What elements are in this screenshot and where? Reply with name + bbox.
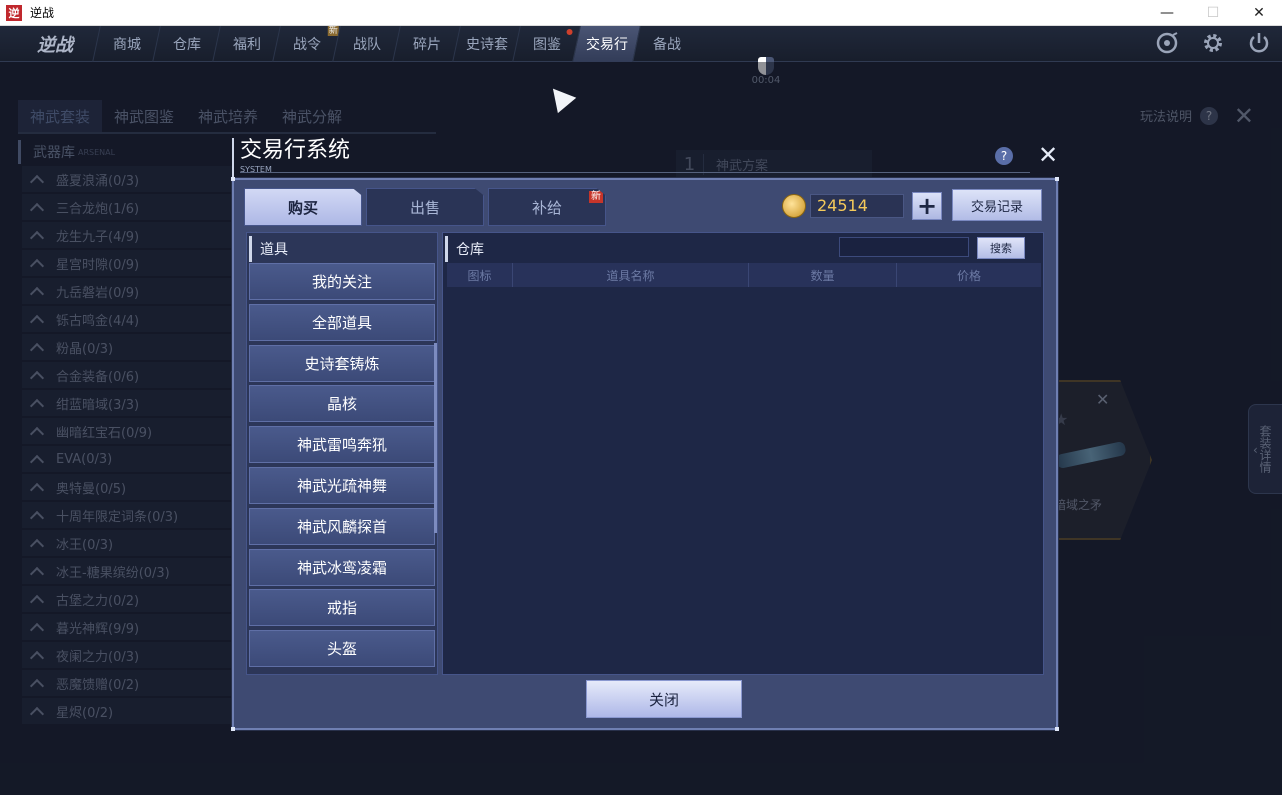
nav-tab-label: 战队 xyxy=(352,37,381,53)
nav-tab[interactable]: 史诗套 xyxy=(452,26,520,62)
nav-tab[interactable]: 战队 xyxy=(332,26,400,62)
category-list: 我的关注 全部道具 史诗套铸炼 晶核 神武雷鸣奔犼 神武光疏神舞 神武风麟探首 神武冰鸾凌霜戒… xyxy=(249,263,435,671)
col-price: 价格 xyxy=(956,268,981,283)
coin-balance: 24514 + xyxy=(782,192,942,220)
table-header: 图标 道具名称 数量 价格 xyxy=(447,263,1041,287)
close-button[interactable]: 关闭 xyxy=(586,680,742,718)
nav-tab[interactable]: 碎片 xyxy=(392,26,460,62)
category-item[interactable]: 神武雷鸣奔犼 xyxy=(249,426,435,464)
nav-tab-label: 商城 xyxy=(112,37,141,53)
game-logo: 逆战 xyxy=(37,35,73,56)
trading-dialog: 购买 出售 补给新 24514 + 交易记录 道具 我的关注 全部道具 史诗套铸炼 晶核神… xyxy=(231,177,1059,731)
category-item[interactable]: 神武冰鸾凌霜 xyxy=(249,548,435,586)
category-item[interactable]: 史诗套铸炼 xyxy=(249,344,435,382)
nav-tab[interactable]: 仓库 xyxy=(152,26,220,62)
dialog-title: 交易行系统 xyxy=(240,138,351,163)
nav-tab-label: 战令 xyxy=(292,37,321,53)
corner-mark xyxy=(231,727,235,731)
nav-tab-label: 仓库 xyxy=(172,37,201,53)
category-item[interactable]: 晶核 xyxy=(249,385,435,423)
gear-icon[interactable] xyxy=(1200,30,1226,56)
dialog-close-icon[interactable]: ✕ xyxy=(1038,142,1058,168)
category-item[interactable]: 头盔 xyxy=(249,630,435,668)
coin-value: 24514 xyxy=(810,194,904,218)
nav-tab[interactable]: 图鉴 xyxy=(512,26,580,62)
category-header: 道具 xyxy=(249,236,437,262)
dialog-tabs: 购买 出售 补给 新 xyxy=(244,188,606,226)
dialog-tab-label: 购买 xyxy=(287,198,318,217)
window-title: 逆战 xyxy=(30,6,55,20)
search-input[interactable] xyxy=(839,237,969,257)
dialog-tab[interactable]: 购买 xyxy=(244,188,362,226)
category-item[interactable]: 戒指 xyxy=(249,589,435,627)
nav-tab-label: 备战 xyxy=(652,37,681,53)
col-quantity: 数量 xyxy=(749,263,897,287)
corner-mark xyxy=(231,177,235,181)
power-icon[interactable] xyxy=(1246,30,1272,56)
dialog-tab-label: 出售 xyxy=(409,198,440,217)
nav-tabs: 商城 仓库 福利 战令新战队 碎片 史诗套 图鉴 交易行 备战 xyxy=(92,26,700,62)
settings-ring-icon[interactable] xyxy=(1154,30,1180,56)
minimize-button[interactable]: — xyxy=(1144,0,1190,26)
nav-tab[interactable]: 备战 xyxy=(632,26,700,62)
nav-tab[interactable]: 交易行 xyxy=(572,26,640,62)
window-close-button[interactable]: ✕ xyxy=(1236,0,1282,26)
app-logo-icon: 逆 xyxy=(6,4,22,21)
nav-tab-label: 交易行 xyxy=(585,37,628,53)
col-item-name: 道具名称 xyxy=(513,263,749,287)
corner-mark xyxy=(1055,177,1059,181)
category-item[interactable]: 我的关注 xyxy=(249,263,435,300)
new-badge: 新 xyxy=(589,191,603,203)
category-item[interactable]: 全部道具 xyxy=(249,303,435,341)
nav-tab[interactable]: 战令新 xyxy=(272,26,340,62)
dialog-subtitle: SYSTEM xyxy=(240,165,272,174)
add-coins-button[interactable]: + xyxy=(912,192,942,220)
dialog-help-icon[interactable]: ? xyxy=(995,147,1013,165)
category-item[interactable]: 神武光疏神舞 xyxy=(249,466,435,504)
notification-dot xyxy=(566,29,573,35)
nav-tab-label: 史诗套 xyxy=(465,37,508,53)
corner-mark xyxy=(1055,727,1059,731)
nav-tab-label: 碎片 xyxy=(412,37,441,53)
dialog-tab-label: 补给 xyxy=(531,198,562,217)
dialog-tab[interactable]: 补给 新 xyxy=(488,188,606,226)
nav-tab-label: 图鉴 xyxy=(532,37,561,53)
maximize-button[interactable]: ☐ xyxy=(1190,0,1236,26)
category-panel: 道具 我的关注 全部道具 史诗套铸炼 晶核 神武雷鸣奔犼 神武光疏神舞 神武风麟探首 神武冰鸾… xyxy=(246,232,438,675)
category-scrollbar[interactable] xyxy=(434,343,437,533)
nav-tab[interactable]: 福利 xyxy=(212,26,280,62)
title-divider xyxy=(240,172,1030,173)
trade-record-button[interactable]: 交易记录 xyxy=(952,189,1042,221)
col-icon: 图标 xyxy=(447,263,513,287)
warehouse-panel: 仓库 搜索 图标 道具名称 数量 价格 xyxy=(442,232,1044,675)
nav-tab[interactable]: 商城 xyxy=(92,26,160,62)
coin-icon xyxy=(782,194,806,218)
search-button[interactable]: 搜索 xyxy=(977,237,1025,259)
dialog-tab[interactable]: 出售 xyxy=(366,188,484,226)
game-top-nav: 逆战 商城 仓库 福利 战令新战队 碎片 史诗套 图鉴 交易行 备战 00:04 xyxy=(0,26,1282,86)
category-item[interactable]: 神武风麟探首 xyxy=(249,507,435,545)
nav-tab-label: 福利 xyxy=(232,37,261,53)
window-titlebar: 逆 逆战 — ☐ ✕ xyxy=(0,0,1282,26)
